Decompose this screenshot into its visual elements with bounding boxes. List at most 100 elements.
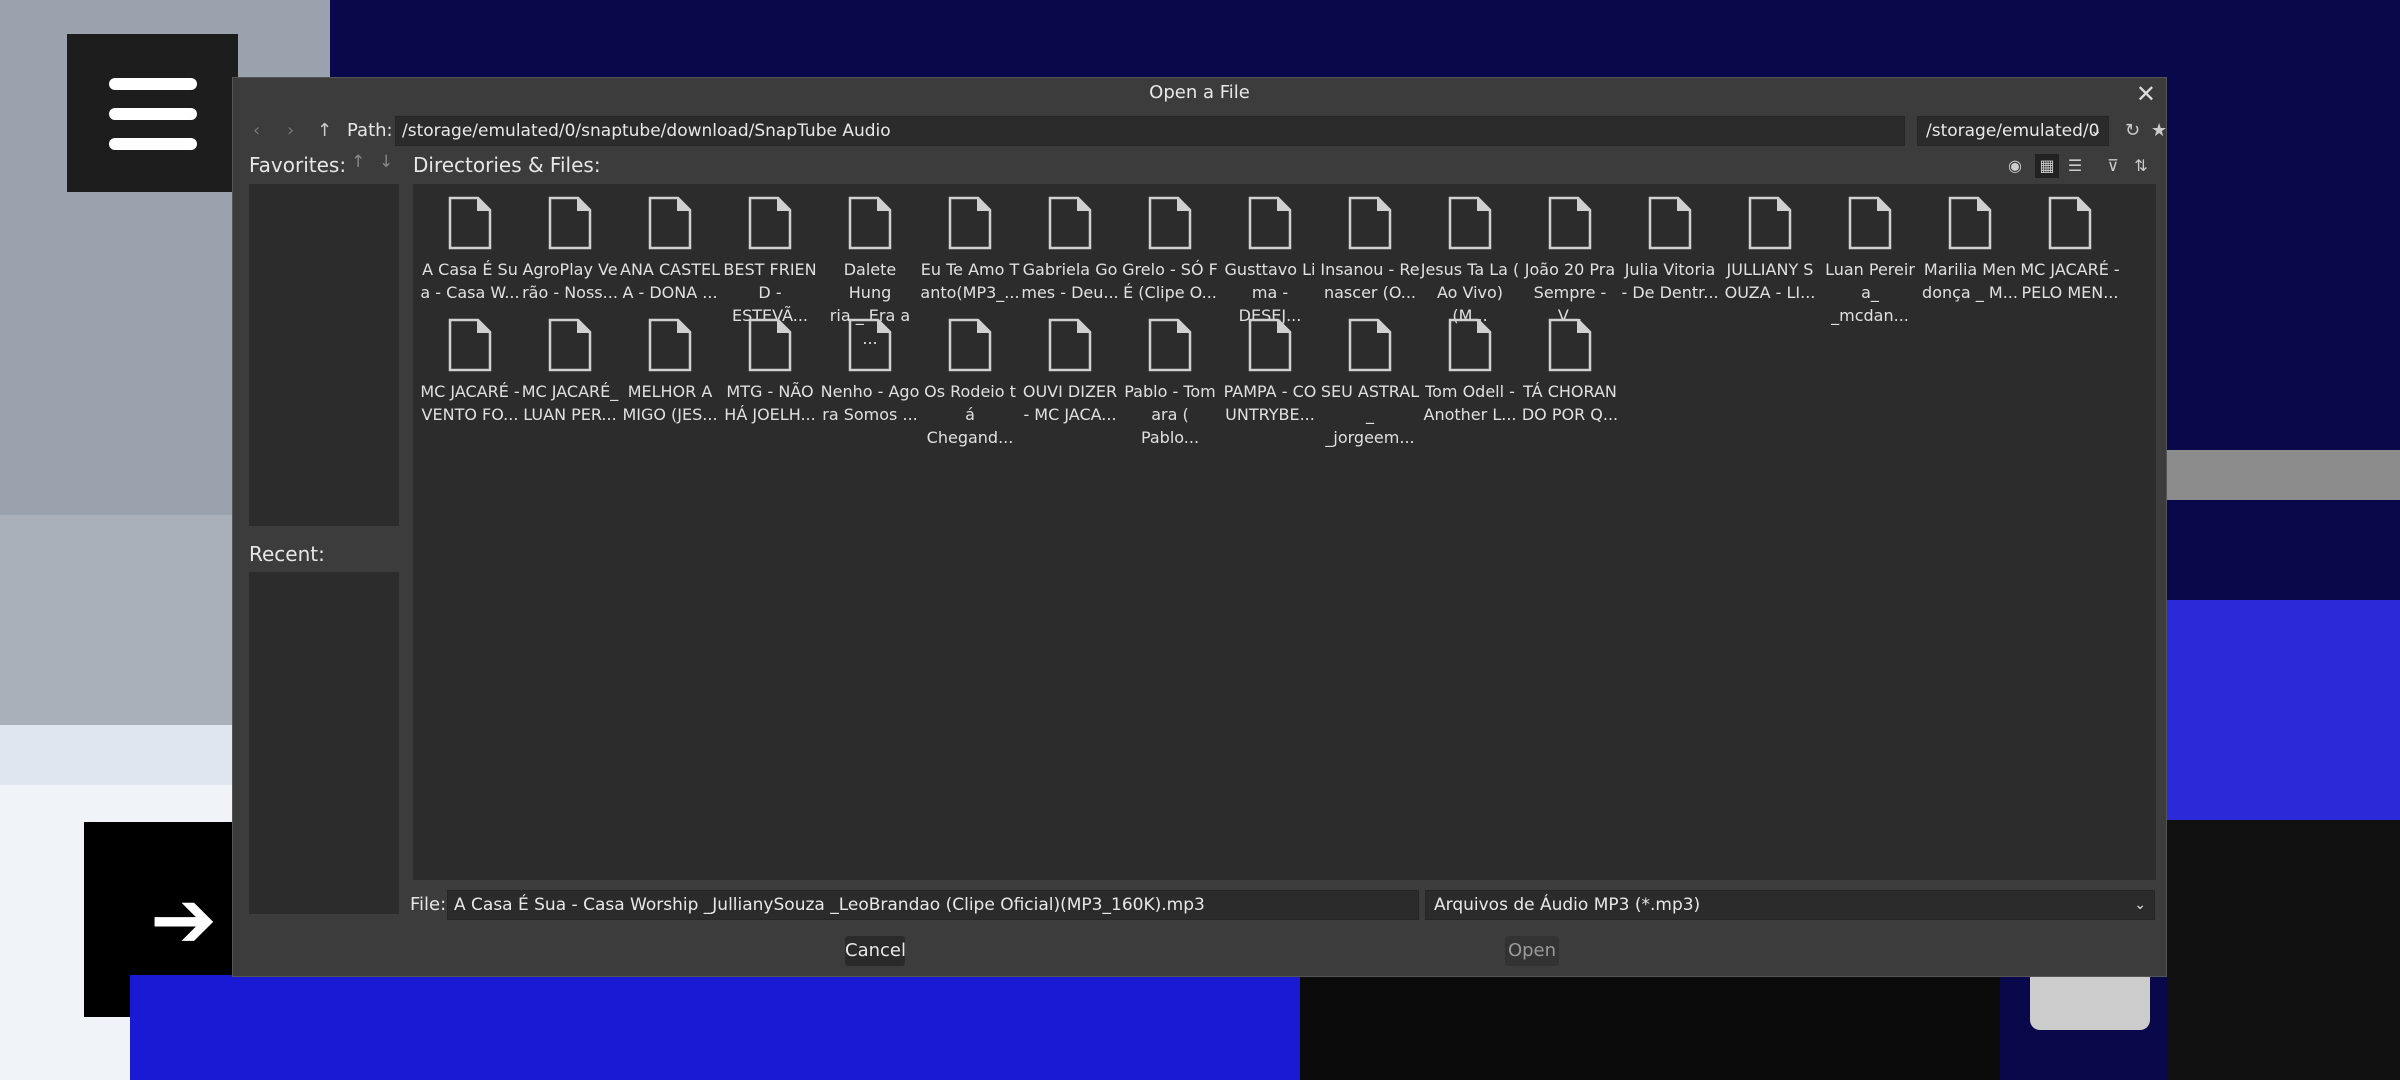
forward-arrow-icon[interactable]: › <box>287 116 294 146</box>
file-item[interactable]: Julia Vitoria - De Dentr... <box>1620 190 1720 310</box>
path-label: Path: <box>347 120 393 141</box>
file-item[interactable]: Luan Pereir a_ _mcdan... <box>1820 190 1920 325</box>
file-item[interactable]: Gusttavo Li ma - DESEJ... <box>1220 190 1320 325</box>
file-icon <box>1648 196 1692 250</box>
recent-list[interactable] <box>249 572 399 914</box>
file-icon <box>848 196 892 250</box>
file-item[interactable]: Jesus Ta La ( Ao Vivo)(M... <box>1420 190 1520 325</box>
close-icon[interactable]: ✕ <box>2136 80 2156 108</box>
file-icon <box>948 196 992 250</box>
file-icon <box>948 318 992 372</box>
file-item[interactable]: A Casa É Su a - Casa W... <box>420 190 520 310</box>
back-arrow-icon[interactable]: ‹ <box>253 116 260 146</box>
file-icon <box>1248 318 1292 372</box>
file-item[interactable]: SEU ASTRAL _ _jorgeem... <box>1320 312 1420 447</box>
file-name-label: AgroPlay Ve rão - Noss... <box>522 260 618 302</box>
file-item[interactable]: Eu Te Amo T anto(MP3_... <box>920 190 1020 310</box>
drive-select[interactable]: /storage/emulated/0 ⌄ <box>1917 116 2109 146</box>
menu-button[interactable] <box>67 34 238 192</box>
filter-icon[interactable]: ⊽ <box>2101 154 2125 178</box>
file-item[interactable]: Os Rodeio t á Chegand... <box>920 312 1020 447</box>
open-file-dialog: Open a File ✕ ‹ › ↑ Path: /storage/emula… <box>232 77 2167 977</box>
file-item[interactable]: TÁ CHORAN DO POR Q... <box>1520 312 1620 432</box>
file-name-label: MC JACARÉ_ LUAN PER... <box>521 382 619 424</box>
file-icon <box>748 196 792 250</box>
file-icon <box>848 318 892 372</box>
file-icon <box>1448 318 1492 372</box>
file-icon <box>1248 196 1292 250</box>
file-item[interactable]: JULLIANY S OUZA - LI... <box>1720 190 1820 310</box>
file-name-label: Pablo - Tom ara ( Pablo... <box>1124 382 1216 447</box>
file-icon <box>648 196 692 250</box>
file-item[interactable]: Pablo - Tom ara ( Pablo... <box>1120 312 1220 447</box>
back-button[interactable]: ➔ <box>140 870 232 970</box>
file-name-label: Marilia Men donça _ M... <box>1922 260 2018 302</box>
file-item[interactable]: ANA CASTEL A - DONA ... <box>620 190 720 310</box>
file-name-input[interactable]: A Casa É Sua - Casa Worship _JullianySou… <box>447 890 1419 920</box>
recent-label: Recent: <box>249 542 325 566</box>
path-input[interactable]: /storage/emulated/0/snaptube/download/Sn… <box>395 116 1905 146</box>
files-grid: A Casa É Su a - Casa W... AgroPlay Ve rão… <box>413 184 2156 880</box>
file-icon <box>1948 196 1992 250</box>
file-icon <box>548 318 592 372</box>
file-icon <box>748 318 792 372</box>
sort-icon[interactable]: ⇅ <box>2129 154 2153 178</box>
file-icon <box>548 196 592 250</box>
dialog-titlebar: Open a File ✕ <box>233 78 2166 108</box>
grid-view-icon[interactable]: ▦ <box>2035 154 2059 178</box>
cancel-button[interactable]: Cancel <box>845 936 906 966</box>
hamburger-icon <box>109 78 197 150</box>
file-item[interactable]: MC JACARÉ - PELO MEN... <box>2020 190 2120 310</box>
file-item[interactable]: BEST FRIEN D - ESTEVÃ... <box>720 190 820 325</box>
file-item[interactable]: MC JACARÉ - VENTO FO... <box>420 312 520 432</box>
file-icon <box>1048 318 1092 372</box>
file-name-label: Os Rodeio t á Chegand... <box>924 382 1016 447</box>
file-icon <box>1748 196 1792 250</box>
file-name-label: TÁ CHORAN DO POR Q... <box>1521 382 1619 424</box>
file-icon <box>2048 196 2092 250</box>
file-name-label: Julia Vitoria - De Dentr... <box>1621 260 1719 302</box>
file-name-label: Eu Te Amo T anto(MP3_... <box>920 260 1020 302</box>
chevron-down-icon: ⌄ <box>2134 897 2146 913</box>
file-icon <box>448 196 492 250</box>
file-item[interactable]: PAMPA - CO UNTRYBE... <box>1220 312 1320 432</box>
favorites-list[interactable] <box>249 184 399 526</box>
file-icon <box>448 318 492 372</box>
file-name-label: MC JACARÉ - PELO MEN... <box>2020 260 2120 302</box>
file-item[interactable]: João 20 Pra Sempre - V... <box>1520 190 1620 325</box>
file-item[interactable]: Insanou - Re nascer (O... <box>1320 190 1420 310</box>
file-item[interactable]: MC JACARÉ_ LUAN PER... <box>520 312 620 432</box>
file-item[interactable]: MELHOR A MIGO (JES... <box>620 312 720 432</box>
refresh-icon[interactable]: ↻ <box>2125 116 2140 146</box>
file-item[interactable]: Gabriela Go mes - Deu... <box>1020 190 1120 310</box>
file-name-label: Grelo - SÓ F É (Clipe O... <box>1122 260 1218 302</box>
open-button[interactable]: Open <box>1505 936 1559 966</box>
show-hidden-icon[interactable]: ◉ <box>2003 154 2027 178</box>
favorite-star-icon[interactable]: ★ <box>2151 116 2167 146</box>
file-item[interactable]: Nenho - Ago ra Somos ... <box>820 312 920 432</box>
parent-folder-icon[interactable]: ↑ <box>317 116 332 146</box>
file-name-label: Nenho - Ago ra Somos ... <box>820 382 920 424</box>
list-view-icon[interactable]: ☰ <box>2063 154 2087 178</box>
file-item[interactable]: Marilia Men donça _ M... <box>1920 190 2020 310</box>
file-item[interactable]: AgroPlay Ve rão - Noss... <box>520 190 620 310</box>
move-up-icon[interactable]: ↑ <box>351 152 365 172</box>
file-icon <box>1348 318 1392 372</box>
file-item[interactable]: Grelo - SÓ F É (Clipe O... <box>1120 190 1220 310</box>
file-item[interactable]: OUVI DIZER - MC JACA... <box>1020 312 1120 432</box>
file-type-value: Arquivos de Áudio MP3 (*.mp3) <box>1434 895 1701 915</box>
dialog-title: Open a File <box>1149 82 1250 103</box>
file-icon <box>1348 196 1392 250</box>
file-item[interactable]: Tom Odell - Another L... <box>1420 312 1520 432</box>
drive-value: /storage/emulated/0 <box>1926 121 2100 141</box>
file-item[interactable]: MTG - NÃO HÁ JOELH... <box>720 312 820 432</box>
file-icon <box>1048 196 1092 250</box>
move-down-icon[interactable]: ↓ <box>379 152 393 172</box>
file-name-label: JULLIANY S OUZA - LI... <box>1724 260 1816 302</box>
file-icon <box>1548 196 1592 250</box>
file-name-label: MTG - NÃO HÁ JOELH... <box>724 382 816 424</box>
file-type-select[interactable]: Arquivos de Áudio MP3 (*.mp3) ⌄ <box>1425 890 2155 920</box>
file-item[interactable]: Dalete Hung ria _ Era a ... <box>820 190 920 348</box>
file-label: File: <box>410 894 447 915</box>
file-name-label: PAMPA - CO UNTRYBE... <box>1223 382 1317 424</box>
